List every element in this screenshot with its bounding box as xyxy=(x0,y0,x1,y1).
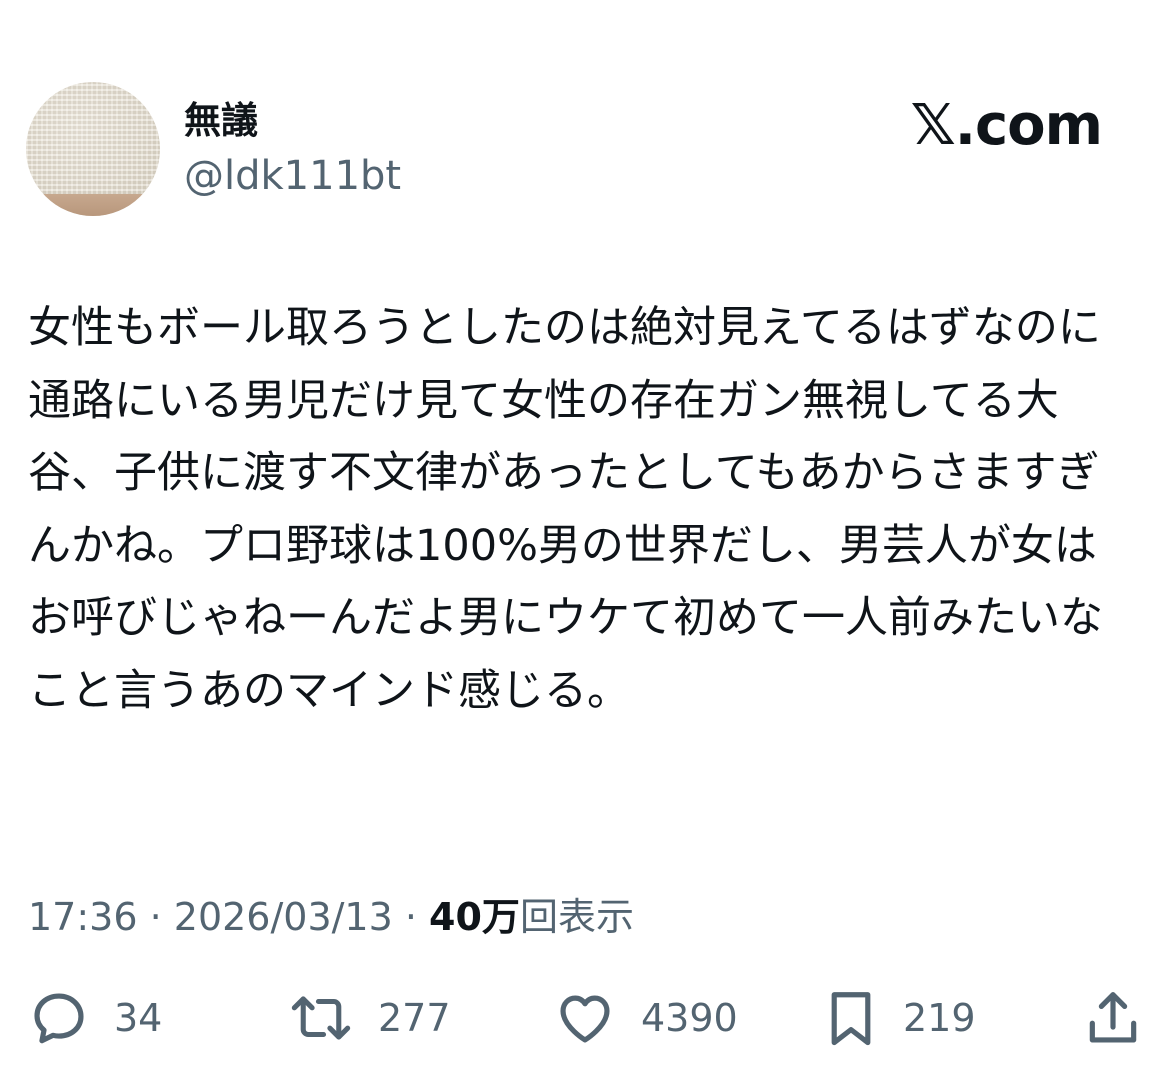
tweet-time[interactable]: 17:36 xyxy=(28,895,138,939)
tweet-text: 女性もボール取ろうとしたのは絶対見えてるはずなのに通路にいる男児だけ見て女性の存… xyxy=(28,303,1103,716)
heart-icon xyxy=(553,987,617,1049)
share-icon xyxy=(1082,987,1144,1049)
views-label: 回表示 xyxy=(519,895,634,939)
meta-separator: · xyxy=(392,895,430,939)
bookmark-count: 219 xyxy=(903,996,976,1040)
display-name[interactable]: 無議 xyxy=(184,96,258,146)
retweet-count: 277 xyxy=(378,996,451,1040)
avatar[interactable] xyxy=(26,82,160,216)
like-count: 4390 xyxy=(641,996,738,1040)
reply-count: 34 xyxy=(114,996,163,1040)
meta-separator: · xyxy=(137,895,174,939)
user-handle[interactable]: @ldk111bt xyxy=(184,150,401,202)
retweet-icon xyxy=(288,987,354,1049)
views-count: 40万 xyxy=(429,895,520,939)
reply-button[interactable]: 34 xyxy=(28,986,162,1050)
avatar-floor xyxy=(26,194,160,216)
tweet-date[interactable]: 2026/03/13 xyxy=(174,895,393,939)
like-button[interactable]: 4390 xyxy=(553,986,738,1050)
share-button[interactable] xyxy=(1082,986,1144,1050)
reply-bubble-icon xyxy=(28,987,90,1049)
tweet-meta: 17:36 · 2026/03/13 · 40万回表示 xyxy=(28,892,634,942)
brand-logo: 𝕏.com xyxy=(910,93,1103,158)
retweet-button[interactable]: 277 xyxy=(288,986,451,1050)
bookmark-icon xyxy=(823,987,879,1049)
bookmark-button[interactable]: 219 xyxy=(823,986,976,1050)
